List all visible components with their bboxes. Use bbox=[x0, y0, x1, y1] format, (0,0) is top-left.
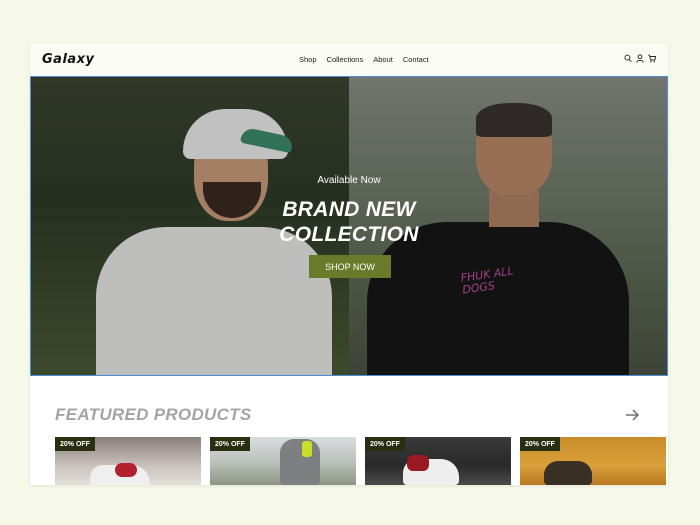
cart-icon[interactable] bbox=[648, 54, 656, 63]
nav-shop[interactable]: Shop bbox=[299, 55, 317, 64]
nav-about[interactable]: About bbox=[373, 55, 393, 64]
hero-title: BRAND NEW COLLECTION bbox=[31, 197, 667, 247]
product-card[interactable]: 20% OFF bbox=[210, 437, 356, 485]
hero-title-line1: BRAND NEW bbox=[282, 198, 416, 221]
discount-badge: 20% OFF bbox=[55, 437, 95, 451]
discount-badge: 20% OFF bbox=[365, 437, 405, 451]
sneaker-accent bbox=[115, 463, 137, 477]
header-actions bbox=[624, 54, 656, 63]
product-card[interactable]: 20% OFF bbox=[55, 437, 201, 485]
sneaker-image bbox=[544, 461, 592, 485]
nav-collections[interactable]: Collections bbox=[327, 55, 364, 64]
product-carousel: 20% OFF 20% OFF 20% OFF 20% OFF bbox=[55, 437, 666, 485]
site-header: Galaxy Shop Collections About Contact bbox=[30, 44, 668, 76]
user-icon[interactable] bbox=[636, 54, 644, 63]
discount-badge: 20% OFF bbox=[210, 437, 250, 451]
featured-products-heading: FEATURED PRODUCTS bbox=[55, 405, 252, 424]
discount-badge: 20% OFF bbox=[520, 437, 560, 451]
product-card[interactable]: 20% OFF bbox=[520, 437, 666, 485]
storefront-window: Galaxy Shop Collections About Contact FH… bbox=[30, 44, 668, 485]
sneaker-image bbox=[280, 439, 320, 485]
main-nav: Shop Collections About Contact bbox=[299, 55, 429, 64]
sneaker-accent bbox=[302, 441, 312, 457]
hero-content: Available Now BRAND NEW COLLECTION SHOP … bbox=[31, 77, 667, 375]
brand-logo[interactable]: Galaxy bbox=[42, 52, 95, 67]
next-arrow-icon[interactable] bbox=[624, 408, 640, 422]
nav-contact[interactable]: Contact bbox=[403, 55, 429, 64]
hero-title-line2: COLLECTION bbox=[279, 223, 419, 246]
hero-subtitle: Available Now bbox=[317, 175, 381, 186]
sneaker-accent bbox=[407, 455, 429, 471]
shop-now-button[interactable]: SHOP NOW bbox=[309, 255, 391, 278]
product-card[interactable]: 20% OFF bbox=[365, 437, 511, 485]
search-icon[interactable] bbox=[624, 54, 632, 63]
hero-banner: FHUK ALL DOGS Available Now BRAND NEW CO… bbox=[30, 76, 668, 376]
